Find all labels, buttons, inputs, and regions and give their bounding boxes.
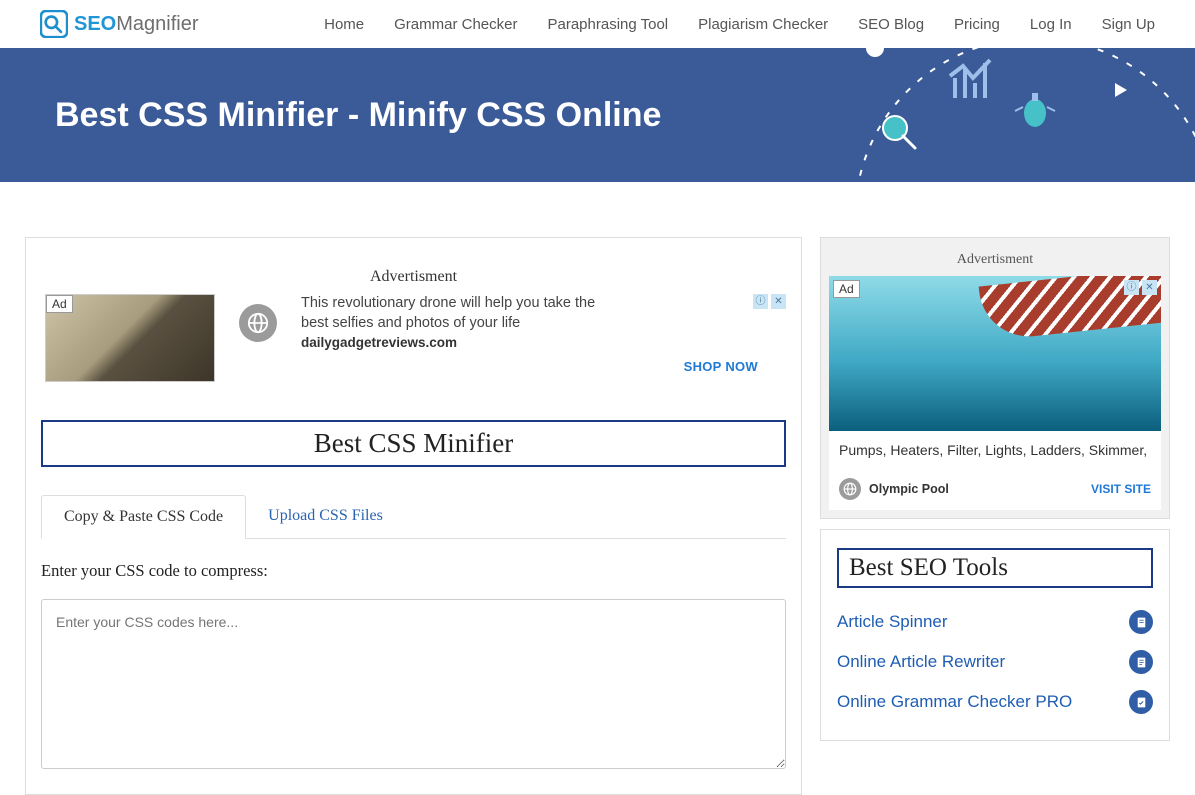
document-icon bbox=[1129, 610, 1153, 634]
tool-link-label: Online Article Rewriter bbox=[837, 652, 1005, 672]
nav-plagiarism-checker[interactable]: Plagiarism Checker bbox=[698, 16, 828, 33]
nav-paraphrasing-tool[interactable]: Paraphrasing Tool bbox=[547, 16, 668, 33]
sidebar-ad-visit[interactable]: VISIT SITE bbox=[1091, 482, 1151, 496]
close-ad-icon[interactable]: ✕ bbox=[1142, 280, 1157, 295]
ad-tag: Ad bbox=[833, 280, 860, 298]
tool-link-label: Online Grammar Checker PRO bbox=[837, 692, 1072, 712]
nav-grammar-checker[interactable]: Grammar Checker bbox=[394, 16, 517, 33]
tool-link-article-rewriter[interactable]: Online Article Rewriter bbox=[837, 642, 1153, 682]
site-header: SEOMagnifier Home Grammar Checker Paraph… bbox=[0, 0, 1195, 48]
tabs: Copy & Paste CSS Code Upload CSS Files bbox=[41, 495, 786, 539]
sidebar-ad: Advertisment Ad ⓘ ✕ Pumps, Heaters, Filt… bbox=[820, 237, 1170, 519]
sidebar-ad-footer: Olympic Pool VISIT SITE bbox=[829, 468, 1161, 510]
main-nav: Home Grammar Checker Paraphrasing Tool P… bbox=[324, 16, 1155, 33]
tab-upload-css[interactable]: Upload CSS Files bbox=[246, 495, 405, 538]
css-input[interactable] bbox=[41, 599, 786, 769]
main-ad[interactable]: Ad This revolutionary drone will help yo… bbox=[41, 294, 786, 400]
sidebar-ad-label: Advertisment bbox=[829, 252, 1161, 268]
hero-decoration bbox=[815, 48, 1195, 182]
document-icon bbox=[1129, 650, 1153, 674]
adchoices-controls: ⓘ ✕ bbox=[1124, 280, 1157, 295]
nav-pricing[interactable]: Pricing bbox=[954, 16, 1000, 33]
tab-content: Enter your CSS code to compress: bbox=[41, 539, 786, 774]
document-check-icon bbox=[1129, 690, 1153, 714]
brand-part1: SEO bbox=[74, 13, 116, 35]
sidebar-ad-name: Olympic Pool bbox=[869, 482, 949, 496]
tool-link-article-spinner[interactable]: Article Spinner bbox=[837, 602, 1153, 642]
main-ad-label: Advertisment bbox=[41, 268, 786, 286]
tab-paste-css[interactable]: Copy & Paste CSS Code bbox=[41, 495, 246, 539]
tool-heading: Best CSS Minifier bbox=[41, 420, 786, 467]
main-panel: Advertisment Ad This revolutionary drone… bbox=[25, 237, 802, 795]
logo-icon bbox=[40, 10, 68, 38]
page-title: Best CSS Minifier - Minify CSS Online bbox=[55, 93, 695, 137]
globe-icon bbox=[839, 478, 861, 500]
seo-tools-box: Best SEO Tools Article Spinner Online Ar… bbox=[820, 529, 1170, 741]
hero-banner: Best CSS Minifier - Minify CSS Online bbox=[0, 48, 1195, 182]
tool-link-label: Article Spinner bbox=[837, 612, 948, 632]
brand-part2: Magnifier bbox=[116, 13, 198, 35]
sidebar-ad-caption: Pumps, Heaters, Filter, Lights, Ladders,… bbox=[829, 431, 1161, 468]
main-ad-copy: This revolutionary drone will help you t… bbox=[301, 294, 782, 350]
brand-logo[interactable]: SEOMagnifier bbox=[40, 10, 199, 38]
css-input-label: Enter your CSS code to compress: bbox=[41, 561, 786, 581]
seo-tools-heading: Best SEO Tools bbox=[837, 548, 1153, 588]
main-ad-image: Ad bbox=[45, 294, 215, 382]
main-ad-cta[interactable]: SHOP NOW bbox=[684, 359, 758, 374]
nav-home[interactable]: Home bbox=[324, 16, 364, 33]
tool-link-grammar-checker-pro[interactable]: Online Grammar Checker PRO bbox=[837, 682, 1153, 722]
adchoices-icon[interactable]: ⓘ bbox=[1124, 280, 1139, 295]
globe-icon bbox=[239, 304, 277, 342]
sidebar-ad-image[interactable]: Ad ⓘ ✕ bbox=[829, 276, 1161, 431]
main-ad-text: This revolutionary drone will help you t… bbox=[301, 294, 601, 333]
sidebar: Advertisment Ad ⓘ ✕ Pumps, Heaters, Filt… bbox=[820, 237, 1170, 795]
adchoices-controls: ⓘ ✕ bbox=[753, 294, 786, 309]
content-container: Advertisment Ad This revolutionary drone… bbox=[0, 182, 1195, 795]
nav-signup[interactable]: Sign Up bbox=[1102, 16, 1155, 33]
nav-login[interactable]: Log In bbox=[1030, 16, 1072, 33]
adchoices-icon[interactable]: ⓘ bbox=[753, 294, 768, 309]
nav-seo-blog[interactable]: SEO Blog bbox=[858, 16, 924, 33]
close-ad-icon[interactable]: ✕ bbox=[771, 294, 786, 309]
ad-tag: Ad bbox=[46, 295, 73, 313]
main-ad-domain: dailygadgetreviews.com bbox=[301, 335, 782, 350]
